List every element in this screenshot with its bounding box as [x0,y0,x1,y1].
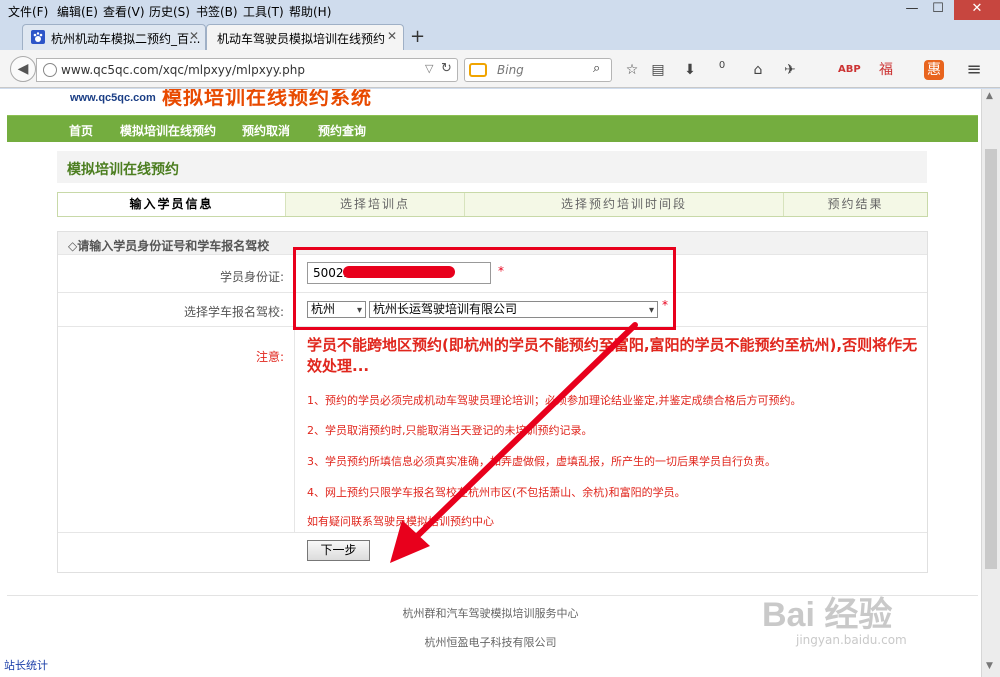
navigation-bar: ◀ www.qc5qc.com/xqc/mlpxyy/mlpxyy.php ▽ … [0,50,1000,88]
home-icon[interactable]: ⌂ [748,60,768,80]
close-icon[interactable]: ✕ [189,29,199,43]
step-4: 预约结果 [827,197,884,211]
chevron-down-icon: ▾ [356,305,362,316]
url-text[interactable]: www.qc5qc.com/xqc/mlpxyy/mlpxyy.php [61,63,305,77]
chevron-down-icon: ▾ [648,305,654,316]
search-placeholder: Bing [497,63,524,77]
menu-bookmarks[interactable]: 书签(B) [196,3,238,20]
required-mark: * [662,298,668,312]
minimize-button[interactable]: — [900,0,924,20]
step-1: 输入学员信息 [58,193,285,216]
tab-booking[interactable]: 机动车驾驶员模拟培训在线预约 ✕ [206,24,404,50]
school-value: 杭州长运驾驶培训有限公司 [373,302,518,316]
next-step-button[interactable]: 下一步 [307,540,370,561]
extension-icon[interactable]: ✈ [780,60,800,80]
hamburger-menu-icon[interactable]: ≡ [964,60,984,80]
row-divider [58,532,927,533]
address-bar[interactable]: www.qc5qc.com/xqc/mlpxyy/mlpxyy.php ▽ ↻ [36,58,458,82]
row-divider [58,326,927,327]
bookmark-star-icon[interactable]: ☆ [622,60,642,80]
form-header-text: ◇请输入学员身份证号和学车报名驾校 [68,239,270,253]
menu-history[interactable]: 历史(S) [149,3,190,20]
site-logo-url: www.qc5qc.com [70,92,156,104]
rule-2: 2、学员取消预约时,只能取消当天登记的未培训预约记录。 [307,424,593,437]
adblock-icon[interactable]: ABP [838,60,861,80]
city-value: 杭州 [311,302,336,316]
step-3: 选择预约培训时间段 [560,197,687,211]
menu-bar: 文件(F) 编辑(E) 查看(V) 历史(S) 书签(B) 工具(T) 帮助(H… [0,0,1000,22]
scroll-up-icon[interactable]: ▲ [986,91,993,101]
reload-icon[interactable]: ↻ [441,61,452,76]
watermark-url: jingyan.baidu.com [796,633,907,647]
tab-bar: 杭州机动车模拟二预约_百... ✕ 机动车驾驶员模拟培训在线预约 ✕ + [0,22,1000,50]
download-icon[interactable]: ⬇ [680,60,700,80]
rule-4: 4、网上预约只限学车报名驾校在杭州市区(不包括萧山、余杭)和富阳的学员。 [307,486,686,499]
tab-label: 机动车驾驶员模拟培训在线预约 [217,32,386,46]
step-indicator: 输入学员信息 选择培训点 选择预约培训时间段 预约结果 [57,192,928,217]
download-counter[interactable]: 0 [712,60,732,80]
menu-view[interactable]: 查看(V) [103,3,145,20]
site-nav: 首页 模拟培训在线预约 预约取消 预约查询 [7,115,978,142]
site-logo-title: 模拟培训在线预约系统 [162,89,372,109]
watermark-logo: Bai 经验 [762,596,893,634]
menu-help[interactable]: 帮助(H) [289,3,331,20]
required-mark: * [498,264,504,278]
menu-edit[interactable]: 编辑(E) [57,3,98,20]
cross-region-warning: 学员不能跨地区预约(即杭州的学员不能预约至富阳,富阳的学员不能预约至杭州),否则… [307,336,918,375]
reading-list-icon[interactable]: ▤ [648,60,668,80]
city-select[interactable]: 杭州 ▾ [307,301,366,318]
search-bar[interactable]: Bing ⌕ [464,58,612,82]
nav-home[interactable]: 首页 [69,122,93,139]
rule-3: 3、学员预约所填信息必须真实准确，如弄虚做假，虚填乱报，所产生的一切后果学员自行… [307,455,776,468]
fortune-icon[interactable]: 福 [876,60,896,80]
row-divider [58,254,927,255]
id-label: 学员身份证: [219,270,284,284]
vertical-scrollbar[interactable]: ▲ ▼ [981,89,1000,677]
form-header: ◇请输入学员身份证号和学车报名驾校 [58,232,927,254]
new-tab-button[interactable]: + [410,26,425,47]
site-header: www.qc5qc.com 模拟培训在线预约系统 [0,89,981,114]
nav-query[interactable]: 预约查询 [318,122,366,139]
menu-file[interactable]: 文件(F) [8,3,48,20]
stats-link[interactable]: 站长统计 [4,657,48,673]
row-divider [58,292,927,293]
school-select[interactable]: 杭州长运驾驶培训有限公司 ▾ [369,301,658,318]
chevron-down-icon[interactable]: ▽ [425,62,433,75]
menu-tools[interactable]: 工具(T) [243,3,284,20]
tab-baidu[interactable]: 杭州机动车模拟二预约_百... ✕ [22,24,206,50]
section-header: 模拟培训在线预约 [57,151,927,183]
note-label: 注意: [255,350,284,364]
globe-icon [43,63,57,77]
redaction-mark [343,266,455,278]
page-viewport: www.qc5qc.com 模拟培训在线预约系统 首页 模拟培训在线预约 预约取… [0,89,981,677]
school-label: 选择学车报名驾校: [183,305,284,319]
tab-label: 杭州机动车模拟二预约_百... [51,32,201,46]
column-divider [294,254,295,532]
back-arrow-icon[interactable]: ◀ [10,56,36,82]
student-form: ◇请输入学员身份证号和学车报名驾校 学员身份证: * 选择学车报名驾校: 杭州 … [57,231,928,573]
rule-1: 1、预约的学员必须完成机动车驾驶员理论培训；必须参加理论结业鉴定,并鉴定成绩合格… [307,394,802,407]
step-2: 选择培训点 [339,197,410,211]
maximize-button[interactable]: ☐ [926,0,950,20]
scroll-down-icon[interactable]: ▼ [986,661,993,671]
contact-note: 如有疑问联系驾驶员模拟培训预约中心 [307,515,494,528]
nav-booking[interactable]: 模拟培训在线预约 [120,122,216,139]
search-icon[interactable]: ⌕ [593,61,600,76]
app-icon[interactable]: 惠 [924,60,944,80]
nav-cancel[interactable]: 预约取消 [242,122,290,139]
bing-icon[interactable] [469,63,487,77]
close-window-button[interactable]: ✕ [954,0,1000,20]
close-icon[interactable]: ✕ [387,29,397,43]
scroll-thumb[interactable] [985,149,997,569]
section-title: 模拟培训在线预约 [67,162,179,178]
paw-icon [31,30,45,44]
